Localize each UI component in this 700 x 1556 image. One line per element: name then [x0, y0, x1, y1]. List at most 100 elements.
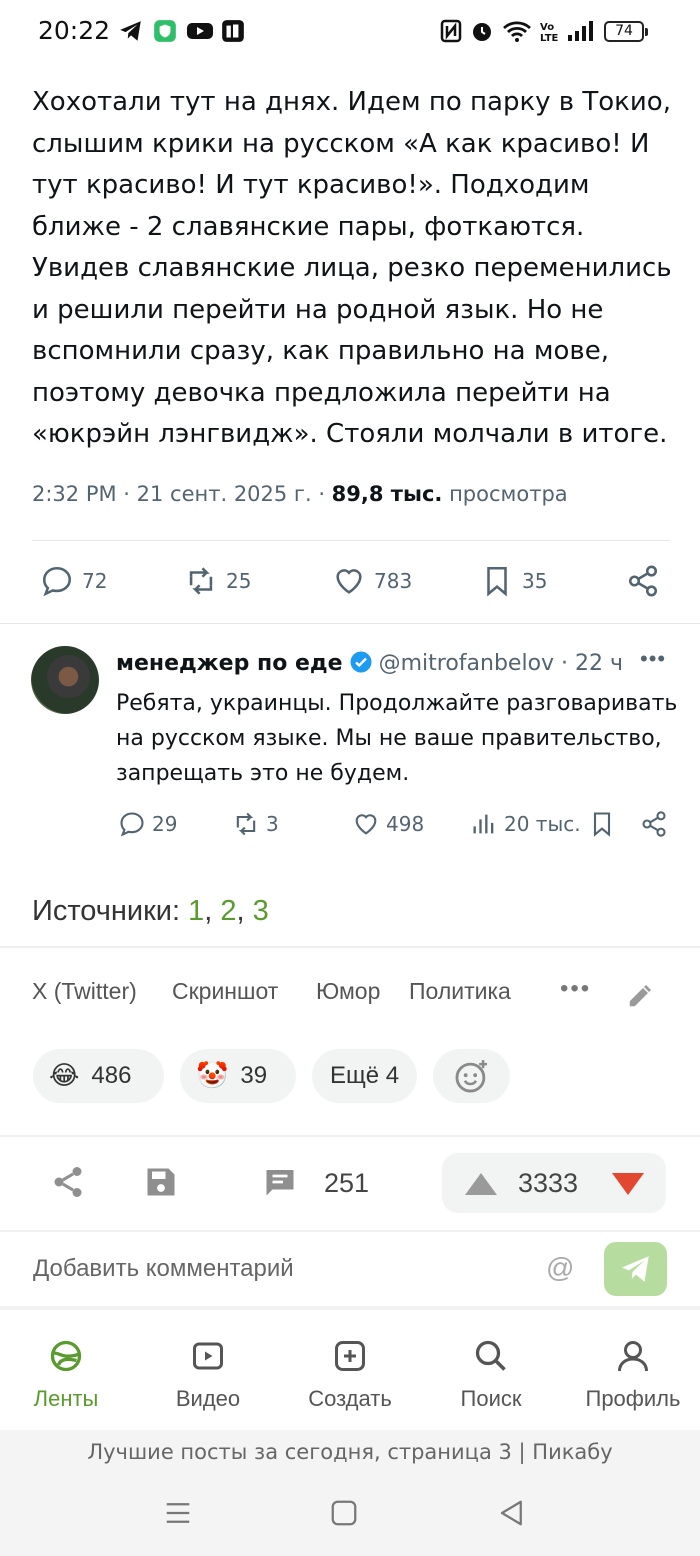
search-icon: [475, 1340, 506, 1371]
retweet-icon: [236, 812, 256, 836]
bookmark-icon: [593, 812, 611, 837]
clown-emoji-icon: 🤡: [196, 1061, 229, 1091]
tweet-likes-count: 783: [374, 569, 413, 593]
tag-politics[interactable]: Политика: [409, 978, 511, 1005]
reaction-count: 39: [240, 1062, 268, 1089]
tweet-likes: 783: [332, 564, 412, 598]
books-app-icon: [222, 20, 244, 42]
nav-create[interactable]: Создать: [280, 1310, 420, 1430]
reply-retweets-count: 3: [266, 812, 279, 836]
nav-video[interactable]: Видео: [138, 1310, 278, 1430]
tweet-views-label: просмотра: [449, 482, 568, 506]
share-icon: [642, 811, 666, 837]
comment-input[interactable]: [20, 1244, 530, 1294]
tag-humor[interactable]: Юмор: [316, 978, 380, 1005]
reaction-clown[interactable]: 🤡 39: [180, 1049, 296, 1103]
add-emoji-icon: [455, 1060, 487, 1093]
comments-count: 251: [324, 1168, 370, 1198]
rating-value: 3333: [518, 1168, 579, 1198]
nav-search[interactable]: Поиск: [421, 1310, 561, 1430]
tweet-retweets: 25: [184, 564, 251, 598]
tweet-replies-count: 72: [82, 569, 108, 593]
tags-more-button[interactable]: •••: [560, 975, 591, 1003]
add-reaction-button[interactable]: [433, 1049, 510, 1103]
back-icon[interactable]: [497, 1498, 527, 1528]
nav-label: Профиль: [585, 1386, 681, 1411]
nav-profile[interactable]: Профиль: [563, 1310, 700, 1430]
svg-text:Vo: Vo: [540, 22, 554, 33]
sources: Источники: 1, 2, 3: [32, 895, 269, 928]
views-chart-icon: [473, 814, 494, 834]
video-icon: [193, 1342, 223, 1370]
reply-icon: [42, 566, 72, 597]
nav-label: Создать: [308, 1386, 392, 1411]
tweet-bookmarks: 35: [480, 564, 547, 598]
tweet-retweets-count: 25: [226, 569, 252, 593]
status-bar: 20:22 Vo LTE 74: [0, 0, 700, 62]
alarm-icon: [473, 23, 491, 41]
mention-at-icon[interactable]: @: [546, 1252, 574, 1284]
nfc-icon: [440, 19, 462, 43]
menu-icon[interactable]: [163, 1498, 193, 1528]
tweet-text: Хохотали тут на днях. Идем по парку в То…: [32, 87, 672, 449]
heart-icon: [355, 814, 377, 835]
create-icon: [335, 1341, 365, 1371]
reply-header: менеджер по еде @mitrofanbelov · 22 ч: [116, 650, 623, 676]
verified-badge-icon: [350, 651, 372, 673]
reactions-more-button[interactable]: Ещё 4: [312, 1049, 417, 1103]
reply-likes-count: 498: [386, 812, 425, 836]
sources-sep: ,: [236, 895, 253, 927]
tweet-bookmarks-count: 35: [522, 569, 548, 593]
reply-replies: 29: [118, 810, 177, 838]
downvote-button[interactable]: [611, 1172, 645, 1196]
reply-share: [640, 810, 668, 838]
wifi-icon: [503, 21, 531, 42]
reactions-more-label: Ещё 4: [329, 1062, 400, 1089]
home-icon[interactable]: [329, 1498, 359, 1528]
feeds-icon: [50, 1340, 82, 1372]
profile-icon: [618, 1341, 648, 1372]
avatar: [31, 646, 99, 714]
nav-label: Ленты: [33, 1386, 99, 1411]
bottom-navigation: Ленты Видео Создать Поиск Профиль: [0, 1310, 700, 1430]
source-link-3[interactable]: 3: [253, 895, 269, 927]
edit-pencil-icon[interactable]: [626, 980, 656, 1010]
share-icon[interactable]: [50, 1164, 86, 1200]
upvote-button[interactable]: [464, 1172, 498, 1196]
sources-sep: ,: [204, 895, 221, 927]
divider: [0, 1230, 700, 1232]
browser-footer: Лучшие посты за сегодня, страница 3 | Пи…: [0, 1430, 700, 1556]
reply-text: Ребята, украинцы. Продолжайте разговарив…: [116, 691, 678, 786]
reply-retweets: 3: [232, 810, 279, 838]
nav-label: Поиск: [460, 1386, 522, 1411]
reply-author-name: менеджер по еде: [116, 651, 343, 676]
tweet-date: 2:32 PM · 21 сент. 2025 г. ·: [32, 482, 332, 506]
source-link-1[interactable]: 1: [188, 895, 204, 927]
divider: [0, 1135, 700, 1137]
tag-screenshot[interactable]: Скриншот: [172, 978, 278, 1005]
source-link-2[interactable]: 2: [220, 895, 236, 927]
share-icon: [628, 565, 658, 597]
reaction-count: 486: [91, 1062, 132, 1089]
tag-twitter[interactable]: X (Twitter): [32, 978, 137, 1005]
reply-icon: [120, 812, 144, 837]
tweet-replies: 72: [40, 564, 107, 598]
sources-label: Источники:: [32, 895, 189, 927]
reaction-laugh[interactable]: 😂 486: [33, 1049, 164, 1103]
telegram-icon: [120, 21, 141, 41]
volte-icon: VoLTE: [540, 22, 559, 44]
nav-feeds[interactable]: Ленты: [0, 1310, 136, 1430]
tweet-screenshot: Хохотали тут на днях. Идем по парку в То…: [0, 62, 700, 624]
tweet-meta: 2:32 PM · 21 сент. 2025 г. · 89,8 тыс. п…: [32, 482, 568, 506]
nav-label: Видео: [175, 1386, 241, 1411]
divider: [32, 540, 670, 541]
reply-more-icon: •••: [640, 646, 667, 671]
signal-icon: [568, 21, 593, 41]
reply-tweet: менеджер по еде @mitrofanbelov · 22 ч •••…: [0, 626, 700, 874]
battery-icon: 74: [604, 21, 648, 42]
send-icon: [621, 1256, 649, 1282]
reply-replies-count: 29: [152, 812, 178, 836]
send-button[interactable]: [604, 1242, 667, 1296]
comments-icon[interactable]: [262, 1164, 298, 1200]
save-icon[interactable]: [143, 1164, 179, 1200]
